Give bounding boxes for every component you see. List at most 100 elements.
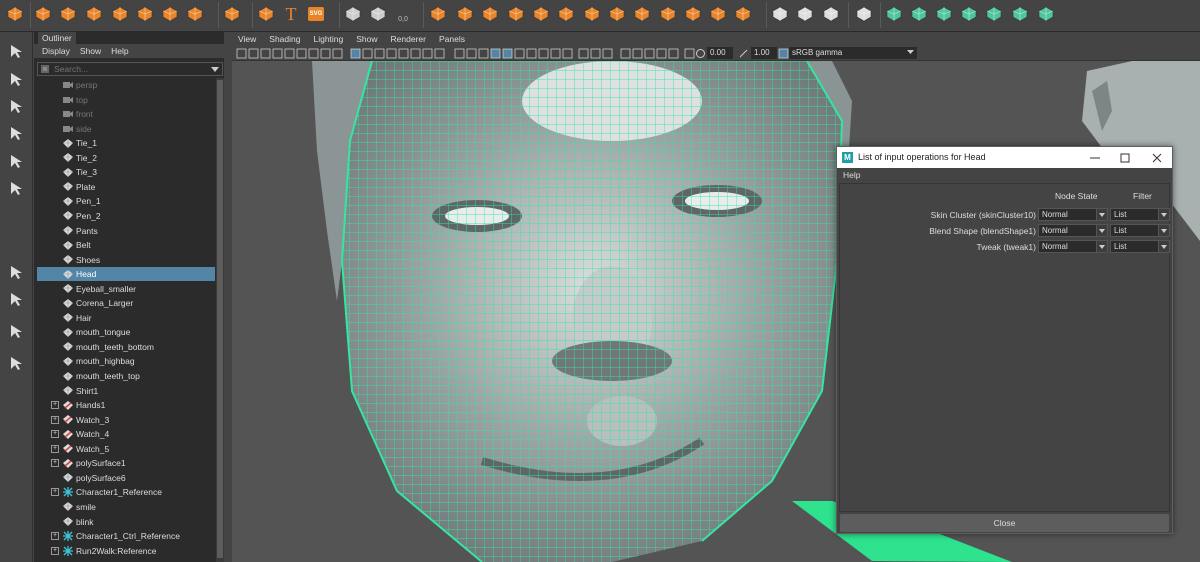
viewport-tool-icon[interactable] — [490, 48, 501, 59]
show-manipulator-icon[interactable] — [5, 261, 27, 283]
outliner-item[interactable]: Tie_3 — [37, 165, 215, 179]
viewport-tool-icon[interactable] — [236, 48, 247, 59]
torus-icon[interactable] — [135, 4, 155, 24]
viewport-tool-icon[interactable] — [434, 48, 445, 59]
filter-dropdown[interactable]: List — [1110, 240, 1170, 253]
node-state-dropdown[interactable]: Normal — [1038, 240, 1108, 253]
viewport-tool-icon[interactable] — [502, 48, 513, 59]
menu-view[interactable]: View — [238, 32, 256, 46]
pen-icon[interactable] — [770, 4, 790, 24]
maximize-button[interactable] — [1110, 147, 1140, 168]
viewport-tool-icon[interactable] — [260, 48, 271, 59]
viewport-tool-icon[interactable] — [454, 48, 465, 59]
color-management-icon[interactable] — [778, 48, 789, 59]
paint-select-icon[interactable] — [5, 95, 27, 117]
outliner-menu-show[interactable]: Show — [80, 44, 101, 58]
outliner-item[interactable]: + Run2Walk:Reference — [37, 544, 215, 558]
transform-icon[interactable] — [343, 4, 363, 24]
toggle-icon[interactable] — [5, 4, 25, 24]
outliner-scrollbar[interactable] — [216, 78, 224, 562]
viewport-tool-icon[interactable] — [386, 48, 397, 59]
scale-icon[interactable] — [5, 177, 27, 199]
viewport-tool-icon[interactable] — [684, 48, 695, 59]
outliner-item[interactable]: Pen_2 — [37, 209, 215, 223]
outliner-item[interactable]: Shirt1 — [37, 384, 215, 398]
outliner-item[interactable]: top — [37, 93, 215, 107]
outliner-menu-help[interactable]: Help — [111, 44, 128, 58]
viewport-tool-icon[interactable] — [562, 48, 573, 59]
viewport-tool-icon[interactable] — [526, 48, 537, 59]
outliner-item[interactable]: blink — [37, 515, 215, 529]
snap-icon[interactable] — [368, 4, 388, 24]
lasso-icon[interactable] — [5, 68, 27, 90]
outliner-item[interactable]: Belt — [37, 238, 215, 252]
outliner-item[interactable]: + Watch_5 — [37, 442, 215, 456]
viewport-tool-icon[interactable] — [296, 48, 307, 59]
sphere-icon[interactable] — [33, 4, 53, 24]
viewport-tool-icon[interactable] — [410, 48, 421, 59]
menu-shading[interactable]: Shading — [269, 32, 300, 46]
cone-icon[interactable] — [110, 4, 130, 24]
viewport-tool-icon[interactable] — [422, 48, 433, 59]
menu-panels[interactable]: Panels — [439, 32, 465, 46]
filter-dropdown[interactable]: List — [1110, 208, 1170, 221]
viewport-tool-icon[interactable] — [332, 48, 343, 59]
outliner-item[interactable]: + polySurface1 — [37, 456, 215, 470]
close-window-button[interactable] — [1142, 147, 1172, 168]
expand-icon[interactable]: + — [51, 401, 59, 410]
outliner-item[interactable]: + Watch_4 — [37, 427, 215, 441]
expand-icon[interactable]: + — [51, 459, 59, 468]
viewport-tool-icon[interactable] — [320, 48, 331, 59]
mesh-icon[interactable] — [480, 4, 500, 24]
outliner-item[interactable]: + Character1_Ctrl_Reference — [37, 529, 215, 543]
outliner-item[interactable]: Corena_Larger — [37, 296, 215, 310]
scrollbar-thumb[interactable] — [217, 80, 223, 558]
expand-icon[interactable]: + — [51, 532, 59, 541]
viewport-tool-icon[interactable] — [466, 48, 477, 59]
disc-icon[interactable] — [185, 4, 205, 24]
plane-icon[interactable] — [160, 4, 180, 24]
layout-single-icon[interactable] — [5, 288, 27, 310]
viewport-tool-icon[interactable] — [538, 48, 549, 59]
layout-two-icon[interactable] — [5, 352, 27, 374]
outliner-item[interactable]: Eyeball_smaller — [37, 282, 215, 296]
sparkle-icon[interactable] — [256, 4, 276, 24]
viewport-tool-icon[interactable] — [478, 48, 489, 59]
rotate-icon[interactable] — [5, 150, 27, 172]
viewport-tool-icon[interactable] — [632, 48, 643, 59]
viewport-tool-icon[interactable] — [602, 48, 613, 59]
outliner-item[interactable]: mouth_highbag — [37, 354, 215, 368]
outliner-item[interactable]: mouth_tongue — [37, 325, 215, 339]
mesh8-icon[interactable] — [658, 4, 678, 24]
outliner-item[interactable]: + Watch_3 — [37, 413, 215, 427]
viewport-tool-icon[interactable] — [620, 48, 631, 59]
chevron-down-icon[interactable] — [211, 65, 219, 75]
cube-icon[interactable] — [58, 4, 78, 24]
coordinates-icon[interactable]: 0,0 — [393, 4, 413, 24]
outliner-item[interactable]: front — [37, 107, 215, 121]
viewport-tool-icon[interactable] — [668, 48, 679, 59]
outliner-item[interactable]: side — [37, 122, 215, 136]
outliner-item[interactable]: polySurface6 — [37, 471, 215, 485]
viewport-tool-icon[interactable] — [578, 48, 589, 59]
exposure-field[interactable]: 0.00 — [707, 47, 733, 59]
viewport-tool-icon[interactable] — [308, 48, 319, 59]
layout-four-icon[interactable] — [5, 320, 27, 342]
mesh4-icon[interactable] — [556, 4, 576, 24]
close-button[interactable]: Close — [840, 514, 1169, 532]
mesh6-icon[interactable] — [607, 4, 627, 24]
panel-divider[interactable] — [224, 32, 232, 562]
mesh7-icon[interactable] — [632, 4, 652, 24]
mirror-icon[interactable] — [1036, 4, 1056, 24]
minimize-button[interactable] — [1080, 147, 1110, 168]
outliner-item[interactable]: smile — [37, 500, 215, 514]
frame-icon[interactable] — [795, 4, 815, 24]
merge-icon[interactable] — [984, 4, 1004, 24]
outliner-item[interactable]: mouth_teeth_bottom — [37, 340, 215, 354]
menu-renderer[interactable]: Renderer — [391, 32, 426, 46]
viewport-tool-icon[interactable] — [514, 48, 525, 59]
mesh11-icon[interactable] — [733, 4, 753, 24]
viewport-tool-icon[interactable] — [644, 48, 655, 59]
move-icon[interactable] — [5, 122, 27, 144]
color-space-select[interactable]: sRGB gamma — [789, 47, 917, 59]
